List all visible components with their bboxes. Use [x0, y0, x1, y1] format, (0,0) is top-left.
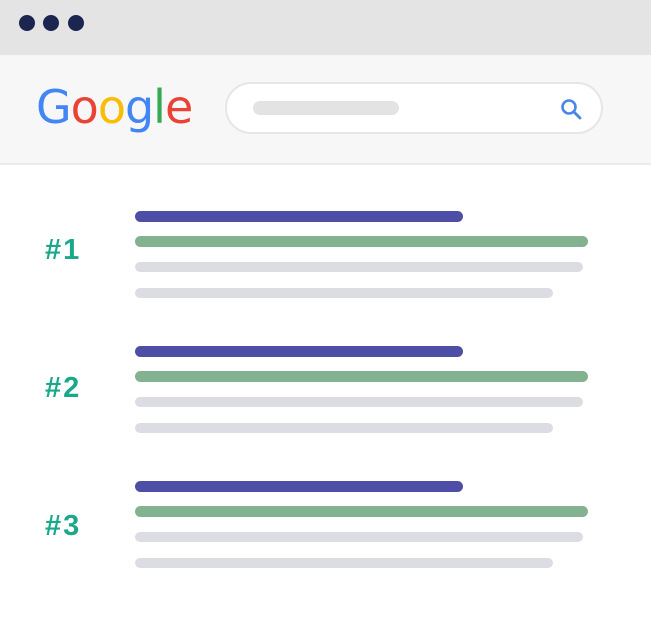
window-dot-maximize[interactable]	[68, 15, 84, 31]
search-result[interactable]: #2	[0, 346, 651, 446]
google-logo[interactable]: Google	[36, 79, 193, 135]
result-title-bar[interactable]	[135, 211, 463, 222]
search-placeholder-bar	[253, 101, 399, 115]
search-input[interactable]	[225, 82, 603, 134]
logo-letter: o	[70, 80, 99, 134]
logo-letter: l	[153, 80, 166, 134]
result-snippet-bar	[135, 262, 583, 272]
result-snippet-bar	[135, 558, 553, 568]
result-rank: #1	[45, 234, 82, 266]
result-snippet-bar	[135, 397, 583, 407]
result-title-bar[interactable]	[135, 346, 463, 357]
search-result[interactable]: #3	[0, 481, 651, 581]
browser-window: Google #1 #2 #3	[0, 0, 651, 636]
result-title-bar[interactable]	[135, 481, 463, 492]
result-url-bar	[135, 236, 588, 247]
result-snippet-bar	[135, 532, 583, 542]
result-snippet-bar	[135, 288, 553, 298]
result-rank: #3	[45, 510, 82, 542]
result-rank: #2	[45, 372, 82, 404]
logo-letter: o	[97, 80, 126, 134]
title-bar	[0, 0, 651, 55]
search-icon[interactable]	[559, 97, 583, 121]
search-header: Google	[0, 55, 651, 165]
window-dot-minimize[interactable]	[43, 15, 59, 31]
logo-letter: e	[164, 80, 193, 134]
search-result[interactable]: #1	[0, 211, 651, 311]
logo-letter: G	[36, 80, 72, 134]
result-snippet-bar	[135, 423, 553, 433]
result-url-bar	[135, 371, 588, 382]
logo-letter: g	[124, 80, 154, 134]
result-url-bar	[135, 506, 588, 517]
window-dot-close[interactable]	[19, 15, 35, 31]
